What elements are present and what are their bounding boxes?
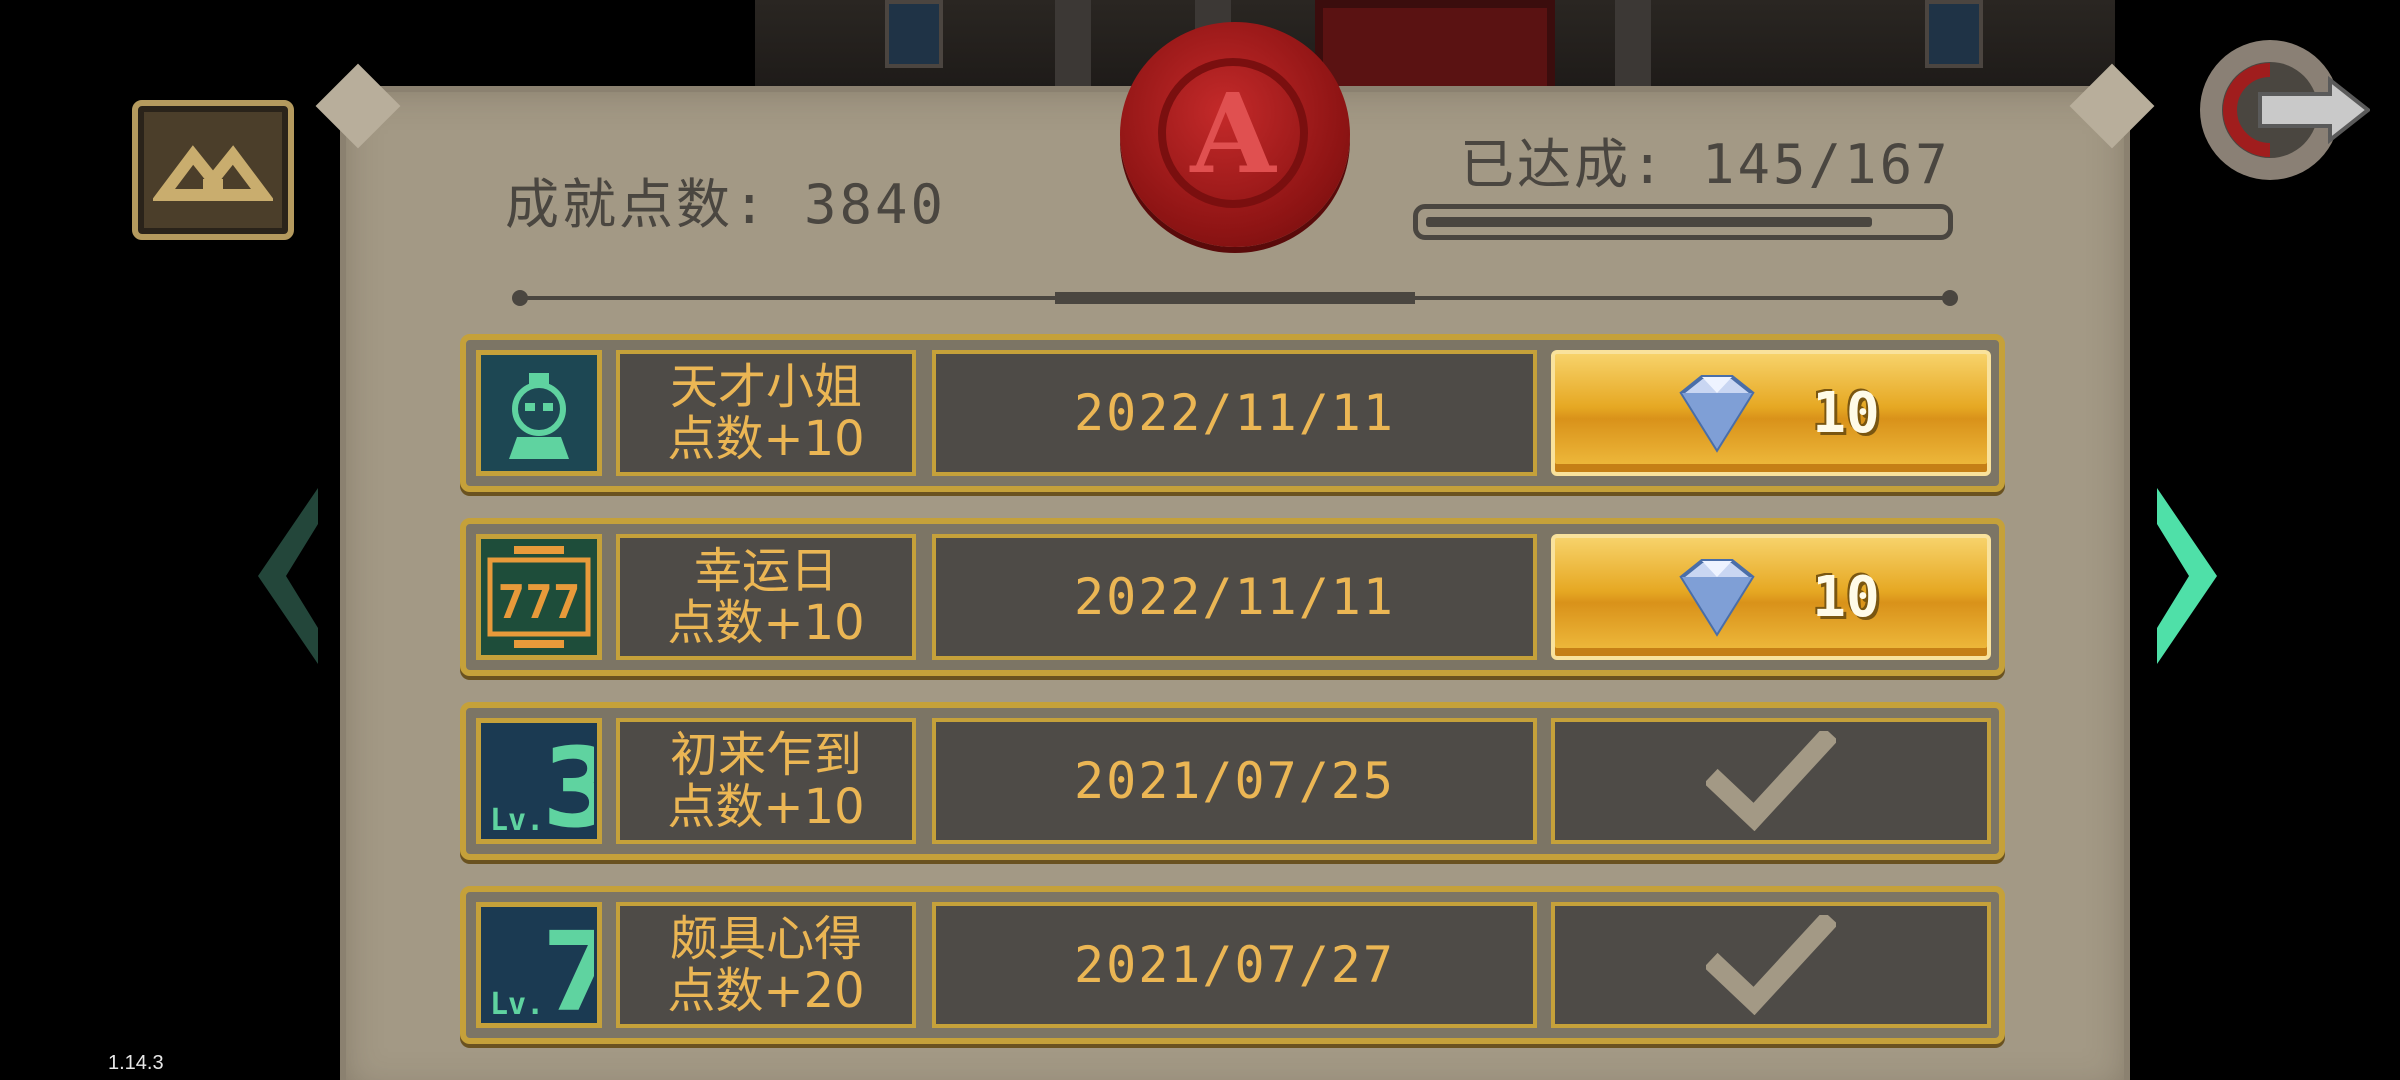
previous-page-arrow[interactable] bbox=[258, 488, 320, 664]
claim-reward-button[interactable]: 10 bbox=[1551, 350, 1991, 476]
reward-claimed-cell bbox=[1551, 902, 1991, 1028]
achievement-title: 初来乍到 bbox=[669, 727, 862, 783]
achievement-date: 2022/11/11 bbox=[932, 534, 1537, 660]
achievement-progress-bar bbox=[1413, 204, 1953, 240]
diamond-icon bbox=[1679, 559, 1755, 637]
tent-icon bbox=[153, 145, 273, 201]
achievement-title: 颇具心得 bbox=[669, 911, 862, 967]
achievement-row: Lv. 7 颇具心得 点数+20 2021/07/27 bbox=[460, 886, 2005, 1044]
version-label: 1.14.3 bbox=[108, 1052, 164, 1074]
back-arrow-icon bbox=[2200, 40, 2372, 180]
achievement-name: 初来乍到 点数+10 bbox=[616, 718, 916, 844]
svg-text:777: 777 bbox=[497, 575, 580, 629]
claim-reward-button[interactable]: 10 bbox=[1551, 534, 1991, 660]
genius-lady-icon bbox=[476, 350, 602, 476]
reward-amount: 10 bbox=[1812, 380, 1880, 446]
level-3-icon: Lv. 3 bbox=[476, 718, 602, 844]
back-button[interactable] bbox=[2190, 30, 2372, 190]
achievement-date: 2022/11/11 bbox=[932, 350, 1537, 476]
page-indicator bbox=[1055, 292, 1415, 304]
achievement-points-value: 点数+10 bbox=[667, 779, 865, 835]
achievement-points: 成就点数: 3840 bbox=[505, 173, 947, 236]
achievement-date: 2021/07/25 bbox=[932, 718, 1537, 844]
checkmark-icon bbox=[1706, 915, 1836, 1015]
slot-777-icon: 777 bbox=[476, 534, 602, 660]
wax-seal-icon: A bbox=[1120, 22, 1350, 247]
reward-amount: 10 bbox=[1812, 564, 1880, 630]
achievement-name: 天才小姐 点数+10 bbox=[616, 350, 916, 476]
stained-window bbox=[885, 0, 943, 68]
camp-button[interactable] bbox=[132, 100, 294, 240]
stained-window bbox=[1925, 0, 1983, 68]
seal-letter: A bbox=[1158, 58, 1308, 208]
svg-text:Lv.: Lv. bbox=[490, 987, 544, 1020]
reward-claimed-cell bbox=[1551, 718, 1991, 844]
divider-dot bbox=[512, 290, 528, 306]
progress-fill bbox=[1426, 217, 1872, 227]
level-number: 3 bbox=[542, 726, 594, 836]
chevron-right-icon bbox=[2157, 488, 2217, 664]
divider bbox=[512, 290, 1958, 306]
divider-dot bbox=[1942, 290, 1958, 306]
next-page-arrow[interactable] bbox=[2155, 488, 2217, 664]
level-7-icon: Lv. 7 bbox=[476, 902, 602, 1028]
achievement-points-value: 点数+10 bbox=[667, 595, 865, 651]
chevron-left-icon bbox=[258, 488, 318, 664]
level-number: 7 bbox=[542, 910, 594, 1020]
achievement-name: 幸运日 点数+10 bbox=[616, 534, 916, 660]
achievement-row: Lv. 3 初来乍到 点数+10 2021/07/25 bbox=[460, 702, 2005, 860]
achievement-name: 颇具心得 点数+20 bbox=[616, 902, 916, 1028]
achieved-count: 已达成: 145/167 bbox=[1460, 133, 1951, 196]
achievement-title: 幸运日 bbox=[693, 543, 838, 599]
achievement-points-value: 点数+10 bbox=[667, 411, 865, 467]
achievement-screen: 成就点数: 3840 已达成: 145/167 A 天才小姐 点数+10 202… bbox=[0, 0, 2400, 1080]
achievement-row: 777 幸运日 点数+10 2022/11/11 10 bbox=[460, 518, 2005, 676]
checkmark-icon bbox=[1706, 731, 1836, 831]
achievement-row: 天才小姐 点数+10 2022/11/11 10 bbox=[460, 334, 2005, 492]
svg-text:Lv.: Lv. bbox=[490, 803, 544, 836]
achievement-points-value: 点数+20 bbox=[667, 963, 865, 1019]
achievement-title: 天才小姐 bbox=[669, 359, 862, 415]
diamond-icon bbox=[1679, 375, 1755, 453]
achievement-date: 2021/07/27 bbox=[932, 902, 1537, 1028]
